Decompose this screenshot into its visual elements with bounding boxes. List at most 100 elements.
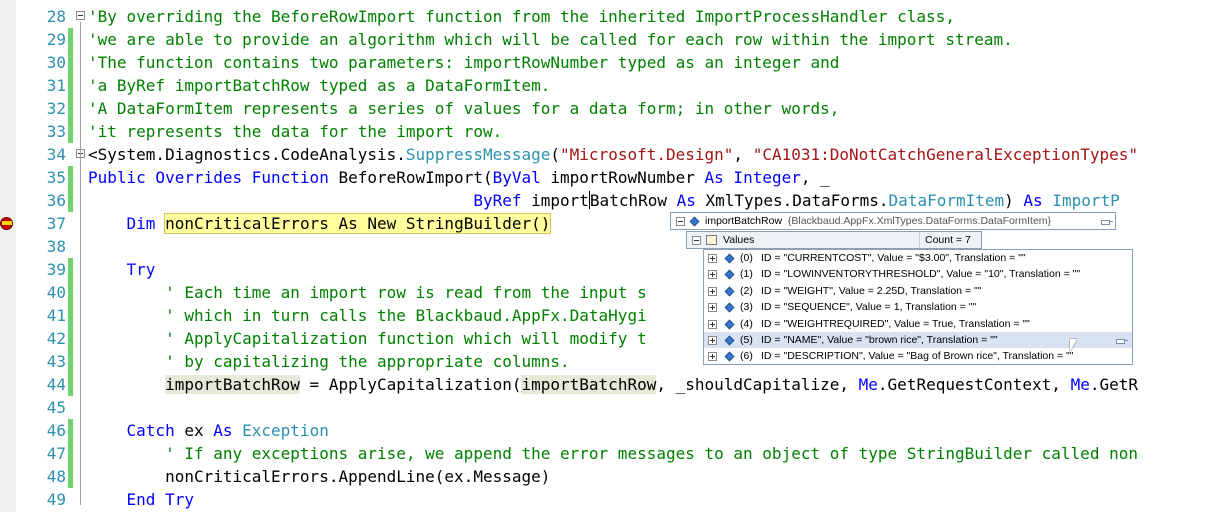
pin-icon[interactable] — [1116, 336, 1128, 344]
code-token: BeforeRowImport( — [328, 168, 493, 187]
code-line[interactable]: 49 End Try — [0, 488, 1218, 511]
code-token: ( — [550, 145, 561, 164]
code-line[interactable]: 46 Catch ex As Exception — [0, 419, 1218, 442]
change-bar — [68, 304, 73, 327]
expand-toggle[interactable] — [708, 352, 717, 362]
line-number: 33 — [46, 122, 66, 141]
line-number: 40 — [46, 283, 66, 302]
code-token: DataFormItem — [888, 191, 1005, 210]
code-token: As — [1023, 191, 1043, 210]
datatip-item[interactable]: (1) ID = "LOWINVENTORYTHRESHOLD", Value =… — [704, 266, 1132, 282]
datatip-item[interactable]: (3) ID = "SEQUENCE", Value = 1, Translati… — [704, 299, 1132, 315]
code-text[interactable]: ' If any exceptions arise, we append the… — [88, 442, 1138, 465]
outline-collapse-icon[interactable] — [76, 11, 85, 20]
code-line[interactable]: 34 <System.Diagnostics.CodeAnalysis.Suppr… — [0, 143, 1218, 166]
code-text[interactable]: 'By overriding the BeforeRowImport funct… — [88, 5, 955, 28]
datatip-item[interactable]: (0) ID = "CURRENTCOST", Value = "$3.00", … — [704, 250, 1132, 266]
change-bar — [68, 258, 73, 281]
line-number: 46 — [46, 421, 66, 440]
datatip-item[interactable]: (2) ID = "WEIGHT", Value = 2.25D, Transla… — [704, 283, 1132, 299]
change-bar — [68, 465, 73, 488]
line-number: 30 — [46, 53, 66, 72]
code-token: As Integer — [704, 168, 801, 187]
code-line[interactable]: 47 ' If any exceptions arise, we append … — [0, 442, 1218, 465]
datatip-values[interactable]: Values Count = 7 — [686, 231, 982, 249]
code-text[interactable]: 'it represents the data for the import r… — [88, 120, 502, 143]
code-token: "Microsoft.Design" — [560, 145, 734, 164]
field-icon — [724, 319, 735, 330]
code-line[interactable]: 31 'a ByRef importBatchRow typed as a Dat… — [0, 74, 1218, 97]
datatip-item[interactable]: (5) ID = "NAME", Value = "brown rice", Tr… — [704, 332, 1132, 348]
code-text[interactable]: 'The function contains two parameters: i… — [88, 51, 839, 74]
line-number: 37 — [46, 214, 66, 233]
column-separator — [919, 232, 920, 248]
expand-toggle[interactable] — [708, 319, 717, 329]
expand-toggle[interactable] — [708, 286, 717, 296]
code-token: .GetRequestContext, — [877, 375, 1071, 394]
collapse-toggle[interactable] — [692, 236, 701, 245]
expand-toggle[interactable] — [708, 270, 717, 280]
code-line[interactable]: 32 'A DataFormItem represents a series of… — [0, 97, 1218, 120]
code-text[interactable]: End Try — [88, 488, 194, 511]
code-text[interactable]: ' which in turn calls the Blackbaud.AppF… — [88, 304, 647, 327]
code-token: .GetR — [1089, 375, 1138, 394]
line-number: 45 — [46, 398, 66, 417]
item-index: (4) — [740, 317, 753, 330]
collapse-toggle[interactable] — [676, 217, 685, 226]
code-text[interactable]: Catch ex As Exception — [88, 419, 329, 442]
datatip-item[interactable]: (4) ID = "WEIGHTREQUIRED", Value = True, … — [704, 316, 1132, 332]
code-text[interactable]: Try — [88, 258, 156, 281]
item-value: ID = "WEIGHT", Value = 2.25D, Translatio… — [761, 284, 982, 297]
datatip-root-label: importBatchRow {Blackbaud.AppFx.XmlTypes… — [705, 213, 1051, 229]
code-line[interactable]: 36 ByRef importBatchRow As XmlTypes.Data… — [0, 189, 1218, 212]
code-token: 'A DataFormItem represents a series of v… — [88, 99, 840, 118]
code-line[interactable]: 48 nonCriticalErrors.AppendLine(ex.Messa… — [0, 465, 1218, 488]
code-token: Exception — [232, 421, 329, 440]
datatip-root[interactable]: importBatchRow {Blackbaud.AppFx.XmlTypes… — [670, 212, 1116, 230]
code-text[interactable]: ByRef importBatchRow As XmlTypes.DataFor… — [88, 189, 1120, 212]
datatip-item[interactable]: (6) ID = "DESCRIPTION", Value = "Bag of B… — [704, 348, 1132, 364]
code-token: SuppressMessage — [405, 145, 551, 164]
item-value: ID = "NAME", Value = "brown rice", Trans… — [761, 334, 998, 346]
pin-icon[interactable] — [1101, 217, 1113, 225]
code-text[interactable]: Public Overrides Function BeforeRowImpor… — [88, 166, 830, 189]
item-index: (6) — [740, 350, 753, 363]
change-bar — [68, 373, 73, 396]
code-text[interactable]: 'A DataFormItem represents a series of v… — [88, 97, 839, 120]
code-line[interactable]: 44 importBatchRow = ApplyCapitalization(… — [0, 373, 1218, 396]
line-number: 28 — [46, 7, 66, 26]
code-line[interactable]: 30 'The function contains two parameters:… — [0, 51, 1218, 74]
code-line[interactable]: 45 — [0, 396, 1218, 419]
code-text[interactable]: importBatchRow = ApplyCapitalization(imp… — [88, 373, 1138, 396]
change-bar — [68, 120, 73, 143]
code-text[interactable]: <System.Diagnostics.CodeAnalysis.Suppres… — [88, 143, 1138, 166]
datatip-items[interactable]: (0) ID = "CURRENTCOST", Value = "$3.00", … — [703, 249, 1133, 365]
code-token: End Try — [88, 490, 194, 509]
code-text[interactable]: ' ApplyCapitalization function which wil… — [88, 327, 647, 350]
line-number: 43 — [46, 352, 66, 371]
code-token: importRowNumber — [540, 168, 705, 187]
expand-toggle[interactable] — [708, 303, 717, 313]
expand-toggle[interactable] — [708, 336, 717, 345]
code-line[interactable]: 29 'we are able to provide an algorithm w… — [0, 28, 1218, 51]
code-line[interactable]: 33 'it represents the data for the import… — [0, 120, 1218, 143]
expand-toggle[interactable] — [708, 254, 717, 263]
code-token: As — [676, 191, 696, 210]
code-token: 'it represents the data for the import r… — [88, 122, 503, 141]
code-text[interactable]: 'we are able to provide an algorithm whi… — [88, 28, 1013, 51]
code-line[interactable]: 35 Public Overrides Function BeforeRowImp… — [0, 166, 1218, 189]
code-token: <System.Diagnostics.CodeAnalysis. — [88, 145, 406, 164]
outline-guide — [80, 22, 81, 160]
code-token: XmlTypes.DataForms. — [695, 191, 889, 210]
code-text[interactable]: nonCriticalErrors.AppendLine(ex.Message) — [88, 465, 550, 488]
code-text[interactable]: Dim nonCriticalErrors As New StringBuild… — [88, 212, 552, 235]
code-text[interactable]: ' by capitalizing the appropriate column… — [88, 350, 570, 373]
code-token: ByRef — [88, 191, 522, 210]
code-token: ByVal — [492, 168, 541, 187]
code-text[interactable]: 'a ByRef importBatchRow typed as a DataF… — [88, 74, 550, 97]
code-text[interactable]: ' Each time an import row is read from t… — [88, 281, 647, 304]
code-token: ImportP — [1042, 191, 1120, 210]
change-bar — [68, 442, 73, 465]
code-line[interactable]: 28 'By overriding the BeforeRowImport fun… — [0, 5, 1218, 28]
